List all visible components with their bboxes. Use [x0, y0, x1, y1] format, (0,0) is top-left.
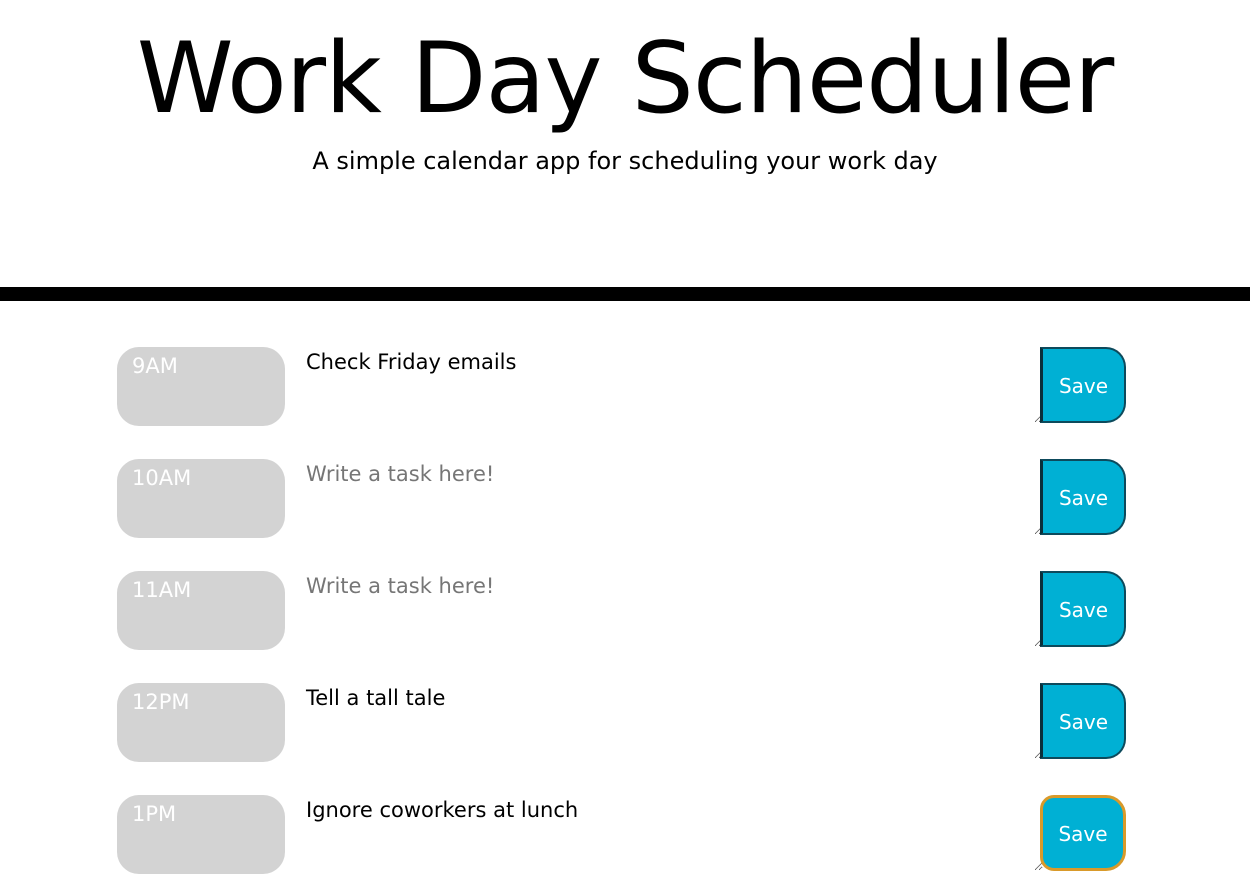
save-button[interactable]: Save — [1040, 683, 1126, 759]
page-header: Work Day Scheduler A simple calendar app… — [0, 0, 1250, 287]
hour-label: 1PM — [117, 795, 285, 874]
hour-label: 11AM — [117, 571, 285, 650]
save-button[interactable]: Save — [1040, 795, 1126, 871]
hour-label: 10AM — [117, 459, 285, 538]
hour-label: 12PM — [117, 683, 285, 762]
hour-label: 9AM — [117, 347, 285, 426]
time-block-row: 9AM Check Friday emails Save — [0, 347, 1250, 427]
save-button[interactable]: Save — [1040, 571, 1126, 647]
task-input[interactable]: Check Friday emails — [303, 347, 1043, 423]
time-block-row: 10AM Save — [0, 459, 1250, 539]
task-input[interactable]: Ignore coworkers at lunch — [303, 795, 1043, 871]
task-input[interactable] — [303, 459, 1043, 535]
header-divider — [0, 287, 1250, 301]
time-block-row: 12PM Tell a tall tale Save — [0, 683, 1250, 763]
task-input[interactable] — [303, 571, 1043, 647]
save-button[interactable]: Save — [1040, 347, 1126, 423]
page-title: Work Day Scheduler — [136, 22, 1115, 136]
save-button[interactable]: Save — [1040, 459, 1126, 535]
time-block-row: 11AM Save — [0, 571, 1250, 651]
task-input[interactable]: Tell a tall tale — [303, 683, 1043, 759]
page-subtitle: A simple calendar app for scheduling you… — [312, 147, 938, 175]
time-block-row: 1PM Ignore coworkers at lunch Save — [0, 795, 1250, 875]
